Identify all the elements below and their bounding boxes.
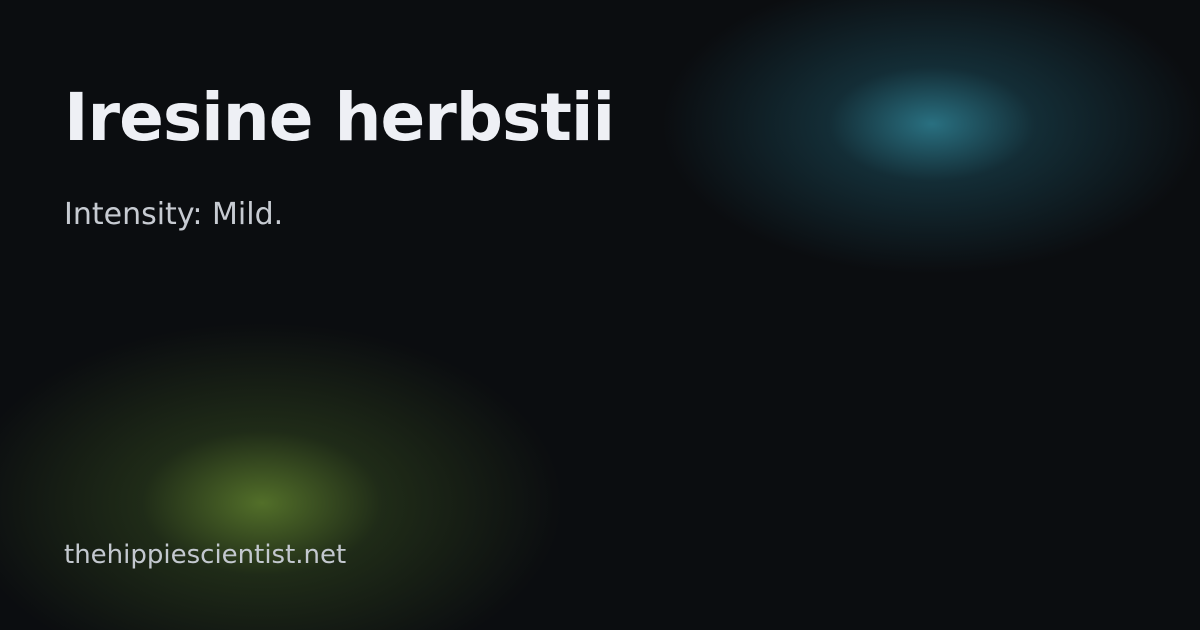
social-card: Iresine herbstii Intensity: Mild. thehip… — [0, 0, 1200, 630]
page-title: Iresine herbstii — [64, 79, 615, 156]
intensity-label: Intensity: Mild. — [64, 197, 284, 232]
site-domain: thehippiescientist.net — [64, 540, 347, 570]
